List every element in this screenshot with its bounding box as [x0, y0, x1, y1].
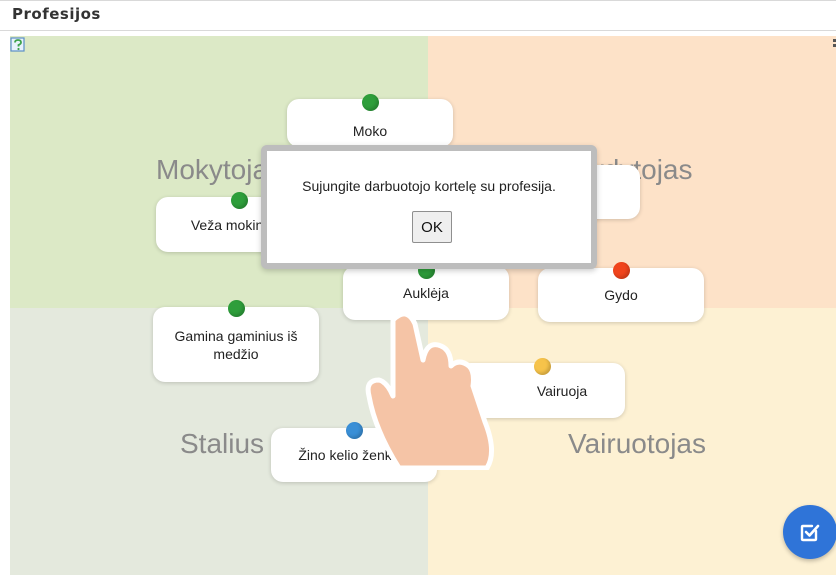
pointing-hand-icon	[365, 311, 494, 470]
card-dot	[613, 262, 630, 279]
card-text: Moko	[352, 123, 388, 139]
card-text: Gamina gaminius iš medžio	[174, 327, 298, 362]
title-bar: Profesijos	[0, 0, 836, 31]
card-gamina[interactable]: Gamina gaminius iš medžio	[153, 307, 319, 382]
dialog-message: Sujungite darbuotojo kortelę su profesij…	[302, 178, 556, 194]
card-text: Gydo	[604, 287, 638, 303]
card-dot	[228, 300, 245, 317]
check-square-icon	[800, 524, 820, 542]
help-icon[interactable]	[10, 37, 28, 53]
ok-button[interactable]: OK	[412, 211, 452, 243]
quadrant-label: Stalius	[180, 428, 265, 459]
card-dot	[362, 94, 379, 111]
page-title: Profesijos	[12, 5, 101, 23]
quadrant-label: Vairuotojas	[568, 428, 707, 459]
instruction-dialog: Sujungite darbuotojo kortelę su profesij…	[261, 145, 597, 269]
card-dot	[231, 192, 248, 209]
check-button[interactable]	[783, 505, 836, 559]
card-dot	[534, 358, 551, 375]
card-text: Vairuoja	[536, 382, 588, 399]
